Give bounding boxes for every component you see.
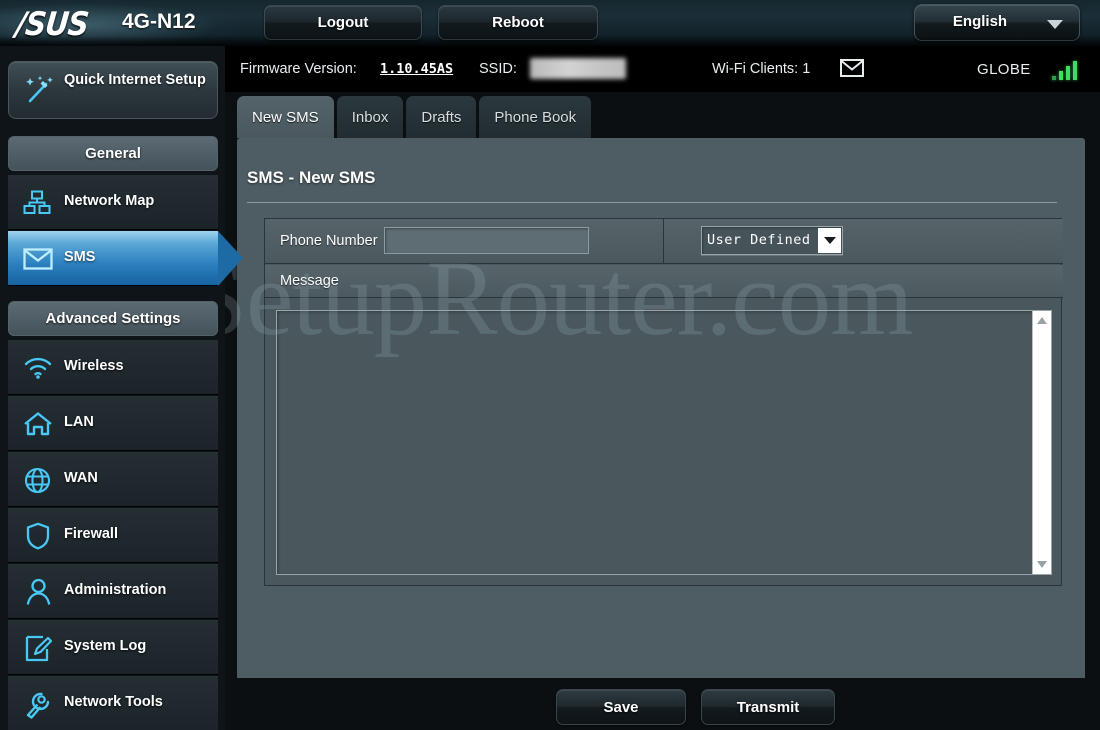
save-button[interactable]: Save [556,689,686,725]
sidebar-item-quick-internet-setup[interactable]: Quick Internet Setup [8,61,218,119]
chevron-down-icon [823,237,836,244]
router-admin-page: /SUS 4G-N12 Logout Reboot English Firmwa… [0,0,1100,730]
sidebar-item-wireless[interactable]: Wireless [8,340,218,395]
row-separator [663,219,664,264]
ssid-label: SSID: [479,61,517,77]
chevron-down-icon [1047,20,1063,29]
message-textarea[interactable] [276,310,1052,575]
sidebar-item-administration[interactable]: Administration [8,564,218,619]
recipient-select[interactable]: User Defined [701,226,843,255]
tab-inbox[interactable]: Inbox [336,96,404,138]
status-bar: Firmware Version: 1.10.45AS SSID: Wi-Fi … [225,46,1100,92]
signal-bars-icon [1052,60,1084,80]
title-divider [247,202,1057,203]
asus-logo: /SUS [13,4,90,44]
sidebar-item-network-tools[interactable]: Network Tools [8,676,218,730]
recipient-select-value: User Defined [707,232,811,248]
sidebar-item-label: Network Map [64,193,155,209]
message-header-row: Message [265,265,1063,298]
language-selector[interactable]: English [914,4,1080,41]
sidebar-item-label: SMS [64,249,96,265]
sidebar-item-lan[interactable]: LAN [8,396,218,451]
page-title: SMS - New SMS [247,168,376,187]
sidebar-item-label: LAN [64,414,94,430]
content-panel: SMS - New SMS Phone Number User Defined … [237,138,1085,725]
sidebar-item-label: Administration [64,582,167,598]
sidebar-item-label: Quick Internet Setup [64,72,206,88]
reboot-button[interactable]: Reboot [438,5,598,40]
house-icon [23,411,53,442]
wifi-clients-label: Wi-Fi Clients: 1 [712,61,811,77]
transmit-button[interactable]: Transmit [701,689,835,725]
router-model-label: 4G-N12 [122,10,196,33]
sidebar-section-general: General [8,136,218,171]
sidebar-item-sms[interactable]: SMS [8,231,243,286]
sidebar: Quick Internet Setup General Network Map [0,46,243,730]
phone-number-input[interactable] [384,227,589,254]
sidebar-section-advanced-settings: Advanced Settings [8,301,218,336]
wifi-icon [23,356,53,385]
envelope-icon [23,248,53,275]
ssid-value-redacted [530,58,626,79]
phone-number-row: Phone Number User Defined [265,219,1063,264]
pencil-document-icon [25,635,53,667]
active-item-pointer [218,231,243,286]
message-label: Message [280,273,339,289]
sidebar-item-label: Wireless [64,358,124,374]
network-map-icon [23,190,51,221]
message-scrollbar[interactable] [1032,311,1051,574]
logout-button[interactable]: Logout [264,5,422,40]
sidebar-item-label: Network Tools [64,694,163,710]
sidebar-item-firewall[interactable]: Firewall [8,508,218,563]
firmware-label: Firmware Version: [240,61,357,77]
language-label: English [952,13,1008,30]
chevron-up-icon[interactable] [1033,311,1052,330]
sidebar-item-network-map[interactable]: Network Map [8,175,218,230]
magic-wand-icon [23,74,57,113]
firmware-version-link[interactable]: 1.10.45AS [380,61,453,77]
recipient-select-button[interactable] [818,228,841,253]
wrench-icon [24,691,52,724]
top-banner: /SUS 4G-N12 Logout Reboot English [0,0,1100,46]
sms-form: Phone Number User Defined Message Save T… [264,218,1063,725]
user-icon [26,578,51,611]
tab-drafts[interactable]: Drafts [406,96,477,138]
tab-new-sms[interactable]: New SMS [237,96,334,138]
globe-icon [24,467,51,499]
carrier-label: GLOBE [977,61,1031,78]
tab-bar: New SMS Inbox Drafts Phone Book [237,94,594,138]
sidebar-item-system-log[interactable]: System Log [8,620,218,675]
chevron-down-icon[interactable] [1033,555,1052,574]
tab-phone-book[interactable]: Phone Book [479,96,592,138]
sidebar-item-wan[interactable]: WAN [8,452,218,507]
phone-number-label: Phone Number [280,233,378,249]
shield-icon [26,522,50,555]
envelope-icon[interactable] [840,59,864,77]
sidebar-item-label: Firewall [64,526,118,542]
sidebar-item-label: WAN [64,470,98,486]
sidebar-item-label: System Log [64,638,147,654]
